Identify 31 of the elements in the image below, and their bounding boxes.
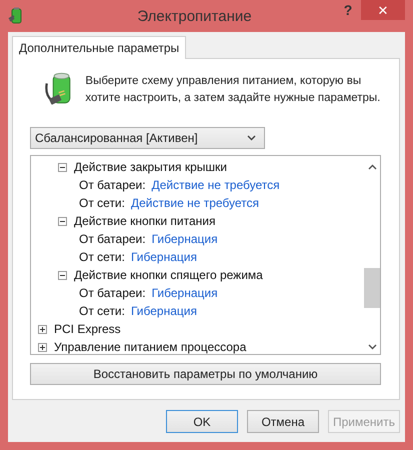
- tree-item[interactable]: От сети:: [79, 250, 125, 264]
- setting-value-link[interactable]: Гибернация: [152, 232, 218, 246]
- setting-value-link[interactable]: Действие не требуется: [152, 178, 280, 192]
- setting-value-link[interactable]: Гибернация: [152, 286, 218, 300]
- tree-item[interactable]: От сети:: [79, 304, 125, 318]
- tree-item[interactable]: Действие закрытия крышки: [74, 160, 227, 174]
- window-title: Электропитание: [136, 8, 253, 24]
- tree-item[interactable]: Управление питанием процессора: [54, 340, 246, 354]
- help-button[interactable]: ?: [335, 0, 361, 20]
- tree-item[interactable]: Действие кнопки спящего режима: [74, 268, 263, 282]
- dialog-button[interactable]: Отмена: [247, 410, 319, 433]
- tree-item[interactable]: От батареи:: [79, 286, 146, 300]
- tree-item[interactable]: От сети:: [79, 196, 125, 210]
- setting-value-link[interactable]: Действие не требуется: [130, 196, 260, 210]
- setting-value-link[interactable]: Гибернация: [130, 250, 197, 264]
- ok-button[interactable]: OK: [166, 410, 238, 433]
- battery-plug-icon: [8, 7, 24, 25]
- tree-item[interactable]: От батареи:: [79, 178, 146, 192]
- tree-item[interactable]: PCI Express: [54, 322, 121, 336]
- scroll-up-icon[interactable]: [368, 164, 376, 170]
- tree-item[interactable]: От батареи:: [79, 232, 146, 246]
- chevron-down-icon: [247, 135, 256, 141]
- close-button[interactable]: ✕: [361, 0, 405, 20]
- setting-value-link[interactable]: Гибернация: [130, 304, 197, 318]
- instruction-text: Выберите схему управления питанием, которую вы хотите настроить, а затем задайте нужные параметры.: [85, 74, 381, 106]
- restore-defaults-button[interactable]: Восстановить параметры по умолчанию: [30, 363, 381, 385]
- scroll-down-icon[interactable]: [368, 344, 376, 350]
- scroll-thumb[interactable]: [364, 268, 380, 308]
- tree-item[interactable]: Действие кнопки питания: [74, 214, 216, 228]
- plan-dropdown[interactable]: Сбалансированная [Активен]: [30, 127, 265, 149]
- tab[interactable]: Дополнительные параметры: [12, 36, 186, 59]
